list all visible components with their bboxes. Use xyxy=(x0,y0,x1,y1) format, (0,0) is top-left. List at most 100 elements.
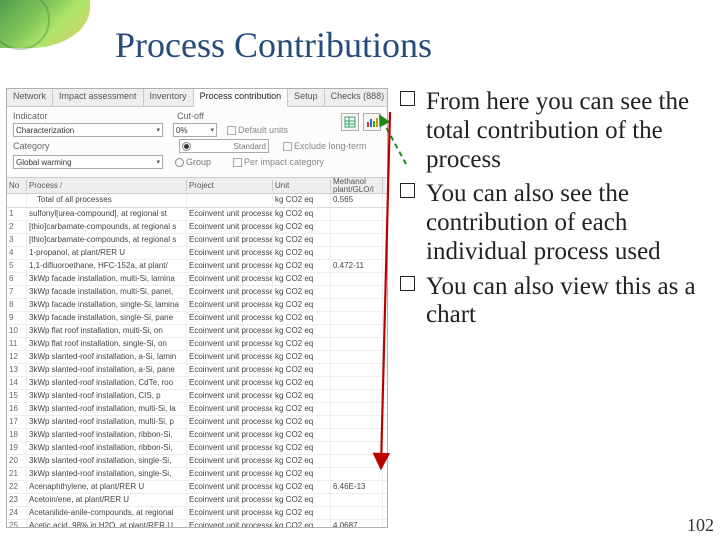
bullet-square-icon xyxy=(400,91,415,106)
cell-project: Ecoinvent unit processes xyxy=(187,442,273,454)
bullet-item: You can also see the contribution of eac… xyxy=(400,180,710,266)
cell-no: 12 xyxy=(7,351,27,363)
exclude-longterm-checkbox[interactable]: Exclude long-term xyxy=(283,141,367,151)
cell-value xyxy=(331,234,383,246)
cell-project: Ecoinvent unit processes xyxy=(187,234,273,246)
col-unit[interactable]: Unit xyxy=(273,180,331,191)
cell-project: Ecoinvent unit processes xyxy=(187,507,273,519)
table-row[interactable]: 41-propanol, at plant/RER UEcoinvent uni… xyxy=(7,247,387,260)
col-process[interactable]: Process/ xyxy=(27,180,187,191)
chart-view-button[interactable] xyxy=(363,113,381,131)
cell-project: Ecoinvent unit processes xyxy=(187,520,273,528)
per-impact-checkbox[interactable]: Per impact category xyxy=(233,157,324,167)
cell-no: 22 xyxy=(7,481,27,493)
table-row[interactable]: 213kWp slanted-roof installation, single… xyxy=(7,468,387,481)
table-view-button[interactable] xyxy=(341,113,359,131)
cell-value xyxy=(331,468,383,480)
table-row[interactable]: 193kWp slanted-roof installation, ribbon… xyxy=(7,442,387,455)
table-row[interactable]: 63kWp facade installation, multi-Si, lam… xyxy=(7,273,387,286)
cell-project: Ecoinvent unit processes xyxy=(187,416,273,428)
table-row[interactable]: 163kWp slanted-roof installation, multi-… xyxy=(7,403,387,416)
radio-standard[interactable]: Standard xyxy=(179,139,269,153)
cell-process: 3kWp slanted-roof installation, CIS, p xyxy=(27,390,187,402)
table-row[interactable]: 25Acetic acid, 98% in H2O, at plant/RER … xyxy=(7,520,387,528)
table-row[interactable]: 123kWp slanted-roof installation, a-Si, … xyxy=(7,351,387,364)
cell-value xyxy=(331,494,383,506)
cell-process: 3kWp facade installation, single-Si, lam… xyxy=(27,299,187,311)
tab-impact-assessment[interactable]: Impact assessment xyxy=(53,89,144,106)
cell-unit: kg CO2 eq xyxy=(273,234,331,246)
table-row[interactable]: 103kWp flat roof installation, multi-Si,… xyxy=(7,325,387,338)
cell-no: 11 xyxy=(7,338,27,350)
cutoff-select[interactable]: 0% ▾ xyxy=(173,123,217,137)
tab-checks-888-[interactable]: Checks (888) xyxy=(325,89,388,106)
table-row[interactable]: 51,1-difluoroethane, HFC-152a, at plant/… xyxy=(7,260,387,273)
table-row[interactable]: 183kWp slanted-roof installation, ribbon… xyxy=(7,429,387,442)
table-row[interactable]: 153kWp slanted-roof installation, CIS, p… xyxy=(7,390,387,403)
tab-setup[interactable]: Setup xyxy=(288,89,325,106)
cell-value xyxy=(331,247,383,259)
cell-process: [thio]carbamate-compounds, at regional s xyxy=(27,234,187,246)
totals-row: Total of all processes kg CO2 eq 0.565 xyxy=(7,194,387,208)
cell-value: 6.46E-13 xyxy=(331,481,383,493)
col-project[interactable]: Project xyxy=(187,180,273,191)
cell-value xyxy=(331,208,383,220)
cutoff-value: 0% xyxy=(176,126,188,135)
table-row[interactable]: 73kWp facade installation, multi-Si, pan… xyxy=(7,286,387,299)
table-row[interactable]: 173kWp slanted-roof installation, multi-… xyxy=(7,416,387,429)
cell-process: 3kWp flat roof installation, single-Si, … xyxy=(27,338,187,350)
bullet-square-icon xyxy=(400,183,415,198)
indicator-select[interactable]: Characterization ▾ xyxy=(13,123,163,137)
chevron-down-icon: ▾ xyxy=(156,126,160,134)
cell-value xyxy=(331,286,383,298)
cell-process: 1-propanol, at plant/RER U xyxy=(27,247,187,259)
cell-project: Ecoinvent unit processes xyxy=(187,221,273,233)
table-row[interactable]: 3[thio]carbamate-compounds, at regional … xyxy=(7,234,387,247)
col-product[interactable]: Methanolplant/GLO/I xyxy=(331,177,383,195)
cell-no: 21 xyxy=(7,468,27,480)
cell-value xyxy=(331,364,383,376)
cell-process: 3kWp facade installation, multi-Si, lami… xyxy=(27,273,187,285)
table-row[interactable]: 24Acetanilide-anile-compounds, at region… xyxy=(7,507,387,520)
cell-process: 3kWp slanted-roof installation, multi-Si… xyxy=(27,416,187,428)
table-row[interactable]: 133kWp slanted-roof installation, a-Si, … xyxy=(7,364,387,377)
table-row[interactable]: 93kWp facade installation, single-Si, pa… xyxy=(7,312,387,325)
tab-network[interactable]: Network xyxy=(7,89,53,106)
bullet-item: From here you can see the total contribu… xyxy=(400,88,710,174)
indicator-label: Indicator xyxy=(13,111,91,121)
totals-unit: kg CO2 eq xyxy=(273,194,331,207)
cell-unit: kg CO2 eq xyxy=(273,325,331,337)
table-row[interactable]: 113kWp flat roof installation, single-Si… xyxy=(7,338,387,351)
tab-inventory[interactable]: Inventory xyxy=(144,89,194,106)
cell-unit: kg CO2 eq xyxy=(273,299,331,311)
radio-group[interactable]: Group xyxy=(175,157,211,167)
cell-unit: kg CO2 eq xyxy=(273,468,331,480)
table-row[interactable]: 1sulfonyl[urea-compound], at regional st… xyxy=(7,208,387,221)
cell-process: 3kWp flat roof installation, multi-Si, o… xyxy=(27,325,187,337)
col-no[interactable]: No xyxy=(7,180,27,191)
cell-no: 14 xyxy=(7,377,27,389)
table-row[interactable]: 2[thio]carbamate-compounds, at regional … xyxy=(7,221,387,234)
table-row[interactable]: 83kWp facade installation, single-Si, la… xyxy=(7,299,387,312)
cell-no: 2 xyxy=(7,221,27,233)
bullet-item: You can also view this as a chart xyxy=(400,273,710,331)
totals-label: Total of all processes xyxy=(27,194,187,207)
cell-process: 3kWp facade installation, single-Si, pan… xyxy=(27,312,187,324)
table-row[interactable]: 203kWp slanted-roof installation, single… xyxy=(7,455,387,468)
table-row[interactable]: 22Acenaphthylene, at plant/RER UEcoinven… xyxy=(7,481,387,494)
bullet-text: You can also view this as a chart xyxy=(426,273,696,329)
cell-unit: kg CO2 eq xyxy=(273,247,331,259)
cell-process: [thio]carbamate-compounds, at regional s xyxy=(27,221,187,233)
cell-process: sulfonyl[urea-compound], at regional st xyxy=(27,208,187,220)
cell-unit: kg CO2 eq xyxy=(273,455,331,467)
default-units-checkbox[interactable]: Default units xyxy=(227,125,288,135)
category-select[interactable]: Global warming ▾ xyxy=(13,155,163,169)
cell-project: Ecoinvent unit processes xyxy=(187,377,273,389)
tab-process-contribution[interactable]: Process contribution xyxy=(194,89,289,107)
cell-process: 3kWp slanted-roof installation, ribbon-S… xyxy=(27,442,187,454)
cell-no: 1 xyxy=(7,208,27,220)
cell-unit: kg CO2 eq xyxy=(273,208,331,220)
table-row[interactable]: 143kWp slanted-roof installation, CdTe, … xyxy=(7,377,387,390)
cell-process: Acetoin/ene, at plant/RER U xyxy=(27,494,187,506)
table-row[interactable]: 23Acetoin/ene, at plant/RER UEcoinvent u… xyxy=(7,494,387,507)
